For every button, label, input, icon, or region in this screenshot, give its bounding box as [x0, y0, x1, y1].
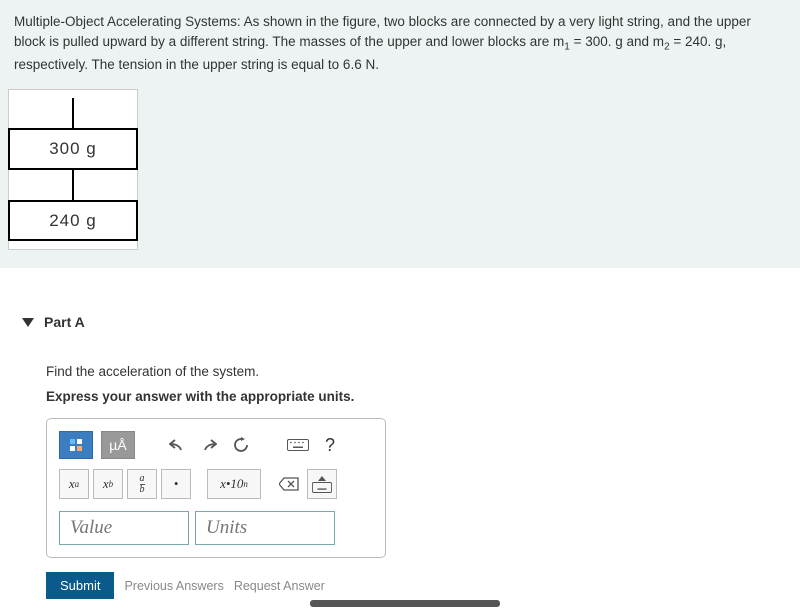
redo-button[interactable]	[197, 431, 221, 459]
fraction-button[interactable]: ab	[127, 469, 157, 499]
toolbar-row-1: µÅ ?	[59, 431, 373, 459]
input-row	[59, 511, 373, 545]
block-upper: 300 g	[8, 128, 138, 170]
part-header[interactable]: Part A	[0, 308, 800, 336]
units-symbol-button[interactable]: µÅ	[101, 431, 135, 459]
problem-statement: Multiple-Object Accelerating Systems: As…	[0, 0, 800, 268]
request-answer-link[interactable]: Request Answer	[234, 579, 325, 593]
templates-button[interactable]	[59, 431, 93, 459]
subscript-button[interactable]: xb	[93, 469, 123, 499]
value-input[interactable]	[59, 511, 189, 545]
figure-container: 300 g 240 g	[8, 89, 138, 250]
instruction-text: Express your answer with the appropriate…	[46, 389, 800, 404]
previous-answers-link[interactable]: Previous Answers	[124, 579, 223, 593]
keyboard-alt-button[interactable]	[307, 469, 337, 499]
superscript-button[interactable]: xa	[59, 469, 89, 499]
block-lower: 240 g	[8, 200, 138, 242]
problem-mid1: = 300. g and m	[570, 34, 664, 49]
backspace-button[interactable]	[275, 470, 303, 498]
scrollbar-horizontal[interactable]	[310, 600, 500, 607]
dot-button[interactable]: •	[161, 469, 191, 499]
help-button[interactable]: ?	[321, 431, 339, 459]
undo-button[interactable]	[165, 431, 189, 459]
reset-button[interactable]	[229, 431, 253, 459]
string-lower-icon	[72, 170, 74, 200]
problem-text: Multiple-Object Accelerating Systems: As…	[14, 12, 786, 75]
answer-input-panel: µÅ ? xa xb ab • x•10n	[46, 418, 386, 558]
collapse-icon	[22, 318, 34, 327]
part-body: Find the acceleration of the system. Exp…	[0, 336, 800, 599]
units-input[interactable]	[195, 511, 335, 545]
sci-notation-button[interactable]: x•10n	[207, 469, 261, 499]
toolbar-row-2: xa xb ab • x•10n	[59, 469, 373, 499]
keyboard-button[interactable]	[283, 431, 313, 459]
part-label: Part A	[44, 314, 85, 330]
action-row: Submit Previous Answers Request Answer	[46, 572, 800, 599]
string-upper-icon	[72, 98, 74, 128]
submit-button[interactable]: Submit	[46, 572, 114, 599]
question-text: Find the acceleration of the system.	[46, 364, 800, 379]
